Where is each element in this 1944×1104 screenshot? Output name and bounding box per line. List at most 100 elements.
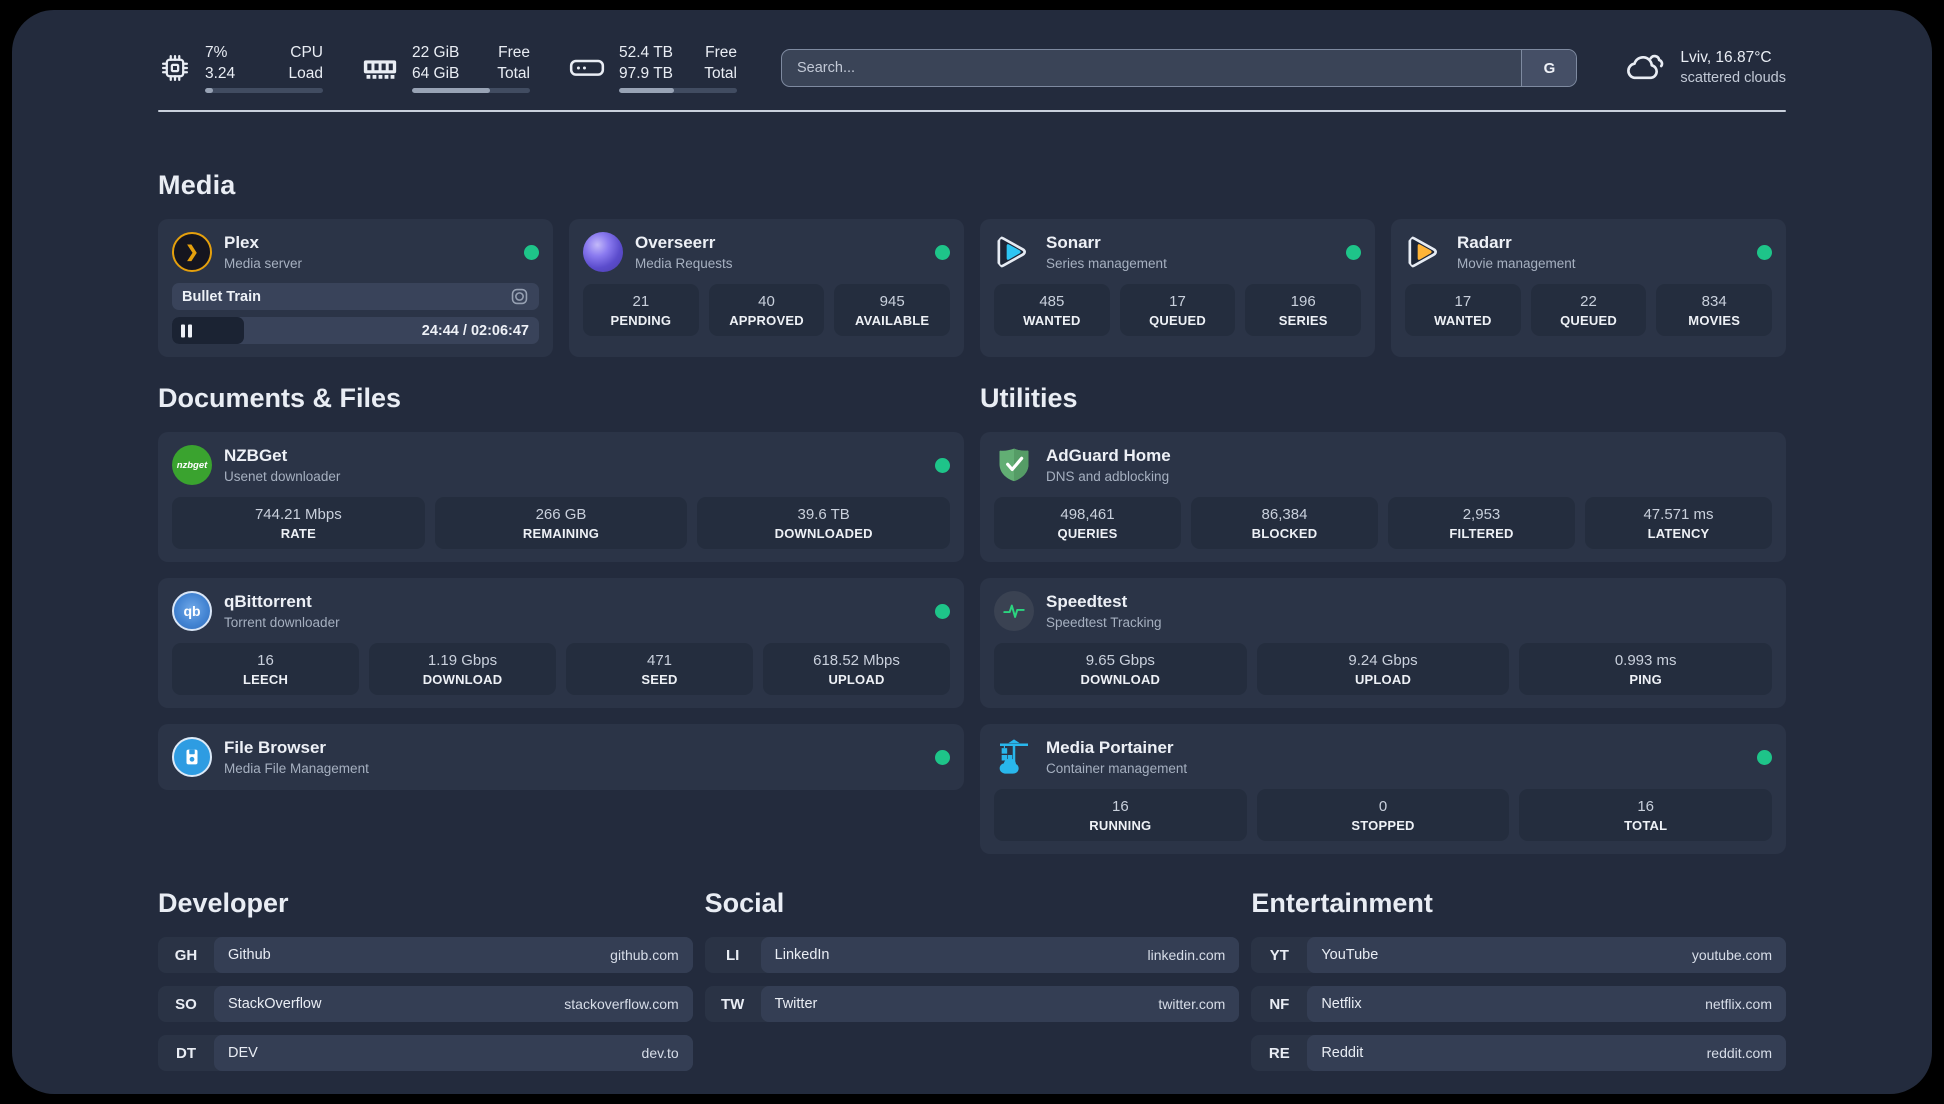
app-description: Container management xyxy=(1046,760,1188,776)
media-card-grid: ❯ Plex Media server Bullet Train 24:44 /… xyxy=(158,219,1786,357)
pause-icon[interactable] xyxy=(181,324,192,337)
section-title-documents: Documents & Files xyxy=(158,383,402,413)
bookmark-name: Netflix xyxy=(1321,996,1362,1012)
stat-label: WANTED xyxy=(1434,313,1492,328)
search-input[interactable] xyxy=(781,49,1578,87)
bookmark-url: stackoverflow.com xyxy=(564,996,679,1012)
bookmark-name: Reddit xyxy=(1321,1045,1364,1061)
search-bar: G xyxy=(781,49,1578,87)
bookmark-name: YouTube xyxy=(1321,947,1379,963)
bookmark-linkedin[interactable]: LI LinkedIn linkedin.com xyxy=(704,937,1240,973)
bookmark-twitter[interactable]: TW Twitter twitter.com xyxy=(704,986,1240,1022)
playback-time: 24:44 / 02:06:47 xyxy=(421,322,529,339)
status-dot-online xyxy=(1346,244,1361,260)
app-card-plex[interactable]: ❯ Plex Media server Bullet Train 24:44 /… xyxy=(158,219,553,357)
now-playing-title: Bullet Train xyxy=(182,288,261,305)
stat-tile: 196 SERIES xyxy=(1245,284,1362,336)
stat-tile: 2,953 FILTERED xyxy=(1388,497,1575,549)
stat-value: 16 xyxy=(1637,798,1655,815)
ram-values: 22 GiB 64 GiB xyxy=(412,43,459,84)
stat-label: AVAILABLE xyxy=(855,313,930,328)
bookmark-name: Twitter xyxy=(774,996,818,1012)
stat-value: 945 xyxy=(879,293,905,310)
cpu-values: 7% 3.24 xyxy=(205,43,235,84)
plex-icon: ❯ xyxy=(172,232,212,272)
stat-tile: 834 MOVIES xyxy=(1656,284,1773,336)
stat-tile: 39.6 TB DOWNLOADED xyxy=(697,497,951,549)
disk-labels: Free Total xyxy=(704,44,737,82)
bookmark-url: twitter.com xyxy=(1158,996,1226,1012)
stat-value: 0.993 ms xyxy=(1614,652,1677,669)
stat-label: DOWNLOAD xyxy=(1080,672,1161,687)
app-card-sonarr[interactable]: Sonarr Series management 485 WANTED 17 Q… xyxy=(980,219,1375,357)
bookmark-name: StackOverflow xyxy=(228,996,322,1012)
app-card-speedtest[interactable]: Speedtest Speedtest Tracking 9.65 Gbps D… xyxy=(980,578,1786,708)
stat-label: MOVIES xyxy=(1688,313,1741,328)
sonarr-icon xyxy=(994,232,1034,272)
stat-tile: 9.24 Gbps UPLOAD xyxy=(1256,643,1510,695)
bookmark-abbr: NF xyxy=(1269,995,1290,1013)
speedtest-icon xyxy=(994,591,1034,631)
section-title-social: Social xyxy=(704,888,785,918)
stat-value: 16 xyxy=(1111,798,1129,815)
stat-value: 40 xyxy=(758,293,775,310)
app-card-portainer[interactable]: Media Portainer Container management 16 … xyxy=(980,724,1786,854)
stat-label: FILTERED xyxy=(1449,526,1514,541)
app-card-qbittorrent[interactable]: qb qBittorrent Torrent downloader 16 LEE… xyxy=(158,578,964,708)
search-engine-button[interactable]: G xyxy=(1521,50,1577,86)
stat-label: UPLOAD xyxy=(1354,672,1412,687)
app-title: NZBGet xyxy=(224,446,288,466)
cloud-icon xyxy=(1621,47,1667,89)
bookmark-url: linkedin.com xyxy=(1147,947,1226,963)
bookmark-url: reddit.com xyxy=(1706,1045,1772,1061)
stat-tile: 17 QUEUED xyxy=(1119,284,1236,336)
app-title: Radarr xyxy=(1457,233,1512,253)
stat-value: 39.6 TB xyxy=(797,506,850,523)
search-engine-icon: G xyxy=(1543,59,1556,77)
bookmark-netflix[interactable]: NF Netflix netflix.com xyxy=(1251,986,1786,1022)
stat-label: APPROVED xyxy=(729,313,804,328)
bookmark-name: Github xyxy=(228,947,271,963)
ram-free: 22 GiB xyxy=(412,44,460,62)
stat-tile: 21 PENDING xyxy=(583,284,699,336)
disk-free: 52.4 TB xyxy=(619,44,674,62)
app-card-adguard[interactable]: AdGuard Home DNS and adblocking 498,461 … xyxy=(980,432,1786,562)
stat-tile: 16 TOTAL xyxy=(1519,789,1773,841)
top-bar: 7% 3.24 CPU Load 22 GiB 64 GiB Free Tota… xyxy=(158,40,1786,96)
app-card-nzbget[interactable]: nzbget NZBGet Usenet downloader 744.21 M… xyxy=(158,432,964,562)
bookmark-name: LinkedIn xyxy=(774,947,830,963)
status-dot-online xyxy=(935,244,950,260)
documents-column: Documents & Files nzbget NZBGet Usenet d… xyxy=(158,383,964,790)
radarr-icon xyxy=(1405,232,1445,272)
stat-tile: 618.52 Mbps UPLOAD xyxy=(763,643,950,695)
bookmark-github[interactable]: GH Github github.com xyxy=(158,937,693,973)
cpu-icon xyxy=(158,51,192,85)
stat-tile: 16 LEECH xyxy=(172,643,359,695)
bookmark-stackoverflow[interactable]: SO StackOverflow stackoverflow.com xyxy=(158,986,693,1022)
bookmark-group-social: Social LI LinkedIn linkedin.com TW Twitt… xyxy=(704,888,1240,1071)
bookmark-dev[interactable]: DT DEV dev.to xyxy=(158,1035,693,1071)
cpu-labels: CPU Load xyxy=(288,44,323,82)
app-title: qBittorrent xyxy=(224,592,312,612)
stat-value: 498,461 xyxy=(1060,506,1115,523)
bookmark-reddit[interactable]: RE Reddit reddit.com xyxy=(1251,1035,1786,1071)
now-playing-bar: Bullet Train xyxy=(172,283,539,310)
ram-icon xyxy=(361,53,399,83)
stat-value: 47.571 ms xyxy=(1643,506,1714,523)
app-card-radarr[interactable]: Radarr Movie management 17 WANTED 22 QUE… xyxy=(1391,219,1786,357)
bookmark-name: DEV xyxy=(228,1045,258,1061)
stat-label: PENDING xyxy=(610,313,672,328)
bookmark-abbr: TW xyxy=(720,995,745,1013)
qbittorrent-icon: qb xyxy=(172,591,212,631)
bookmark-url: netflix.com xyxy=(1705,996,1772,1012)
bookmark-abbr: RE xyxy=(1268,1044,1290,1062)
app-card-overseerr[interactable]: Overseerr Media Requests 21 PENDING 40 A… xyxy=(569,219,964,357)
app-description: Media Requests xyxy=(635,255,733,271)
stat-label: RATE xyxy=(280,526,316,541)
app-card-filebrowser[interactable]: File Browser Media File Management xyxy=(158,724,964,790)
bookmark-url: dev.to xyxy=(641,1045,679,1061)
bookmark-url: youtube.com xyxy=(1691,947,1772,963)
app-description: Media File Management xyxy=(224,760,369,776)
bookmark-youtube[interactable]: YT YouTube youtube.com xyxy=(1251,937,1786,973)
stat-label: QUERIES xyxy=(1057,526,1118,541)
